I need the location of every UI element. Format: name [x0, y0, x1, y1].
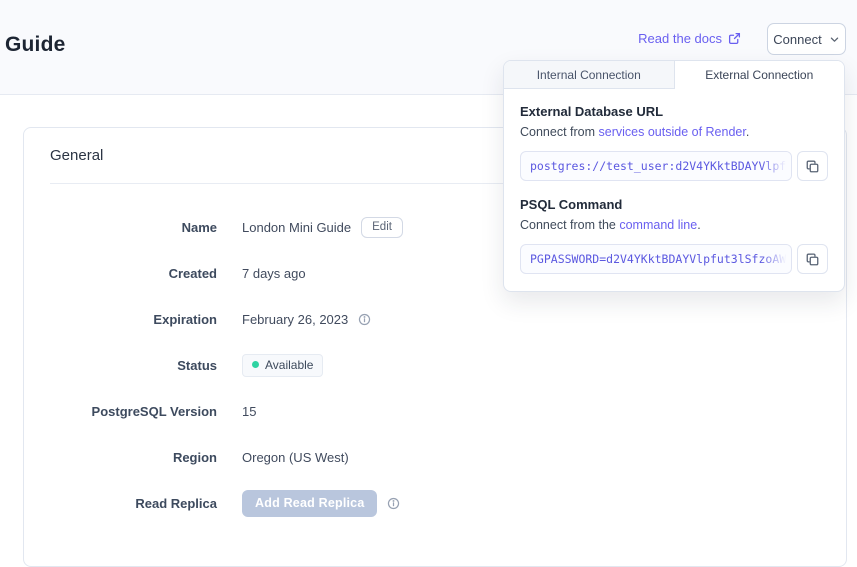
connect-button-label: Connect: [773, 32, 821, 47]
desc-text: .: [697, 218, 700, 232]
name-value: London Mini Guide: [242, 220, 351, 235]
external-database-url-heading: External Database URL: [520, 104, 828, 119]
table-row-status: Status Available: [50, 352, 820, 378]
tab-internal-connection[interactable]: Internal Connection: [504, 61, 675, 89]
edit-name-button[interactable]: Edit: [361, 217, 403, 238]
external-url-input-group: postgres://test_user:d2V4YKktBDAYVlpfut3…: [520, 151, 828, 181]
expiration-value: February 26, 2023: [242, 312, 348, 327]
version-value: 15: [242, 404, 256, 419]
row-label: Region: [50, 450, 217, 465]
row-label: Read Replica: [50, 496, 217, 511]
table-row-postgresql-version: PostgreSQL Version 15: [50, 398, 820, 424]
table-row-expiration: Expiration February 26, 2023: [50, 306, 820, 332]
desc-text: Connect from the: [520, 218, 619, 232]
desc-text: Connect from: [520, 125, 599, 139]
expiration-info-icon[interactable]: [358, 313, 371, 326]
status-dot-icon: [252, 361, 259, 368]
copy-psql-button[interactable]: [797, 244, 828, 274]
row-label: Name: [50, 220, 217, 235]
row-label: PostgreSQL Version: [50, 404, 217, 419]
copy-icon: [805, 252, 820, 267]
connect-dropdown-panel: Internal Connection External Connection …: [503, 60, 845, 292]
connect-button[interactable]: Connect: [767, 23, 846, 55]
status-badge: Available: [242, 354, 323, 377]
table-row-read-replica: Read Replica Add Read Replica: [50, 490, 820, 516]
chevron-down-icon: [829, 34, 840, 45]
psql-command-heading: PSQL Command: [520, 197, 828, 212]
row-label: Created: [50, 266, 217, 281]
external-link-icon: [728, 32, 741, 45]
read-replica-info-icon[interactable]: [387, 497, 400, 510]
services-outside-render-link[interactable]: services outside of Render: [599, 125, 746, 139]
read-the-docs-link[interactable]: Read the docs: [638, 31, 741, 46]
table-row-region: Region Oregon (US West): [50, 444, 820, 470]
psql-command-field[interactable]: PGPASSWORD=d2V4YKktBDAYVlpfut3lSfzoAWhwb…: [520, 244, 792, 274]
connect-panel-body: External Database URL Connect from servi…: [504, 89, 844, 274]
copy-icon: [805, 159, 820, 174]
status-badge-label: Available: [265, 358, 313, 372]
copy-external-url-button[interactable]: [797, 151, 828, 181]
command-line-link[interactable]: command line: [619, 218, 697, 232]
psql-input-group: PGPASSWORD=d2V4YKktBDAYVlpfut3lSfzoAWhwb…: [520, 244, 828, 274]
psql-description: Connect from the command line.: [520, 218, 828, 232]
add-read-replica-button[interactable]: Add Read Replica: [242, 490, 377, 517]
external-url-field[interactable]: postgres://test_user:d2V4YKktBDAYVlpfut3…: [520, 151, 792, 181]
created-value: 7 days ago: [242, 266, 306, 281]
page-title: Guide: [5, 33, 66, 57]
connection-tabbar: Internal Connection External Connection: [504, 61, 844, 89]
desc-text: .: [746, 125, 749, 139]
external-url-description: Connect from services outside of Render.: [520, 125, 828, 139]
read-the-docs-label: Read the docs: [638, 31, 722, 46]
region-value: Oregon (US West): [242, 450, 349, 465]
tab-external-connection[interactable]: External Connection: [675, 61, 845, 89]
row-label: Status: [50, 358, 217, 373]
row-label: Expiration: [50, 312, 217, 327]
